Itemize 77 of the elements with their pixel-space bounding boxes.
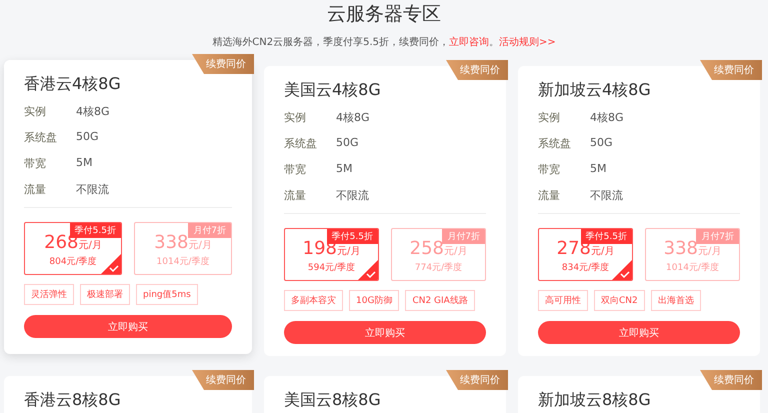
spec-value: 5M <box>336 162 354 177</box>
quarter-total: 804元/季度 <box>49 256 97 268</box>
price-option[interactable]: 月付7折 338元/月 1014元/季度 <box>134 222 232 275</box>
spec-value: 4核8G <box>590 110 625 125</box>
spec-label: 带宽 <box>284 162 307 177</box>
spec-label: 实例 <box>538 110 561 125</box>
spec-value: 5M <box>590 162 608 177</box>
feature-tag: 10G防御 <box>349 290 400 311</box>
spec-value: 不限流 <box>590 188 624 203</box>
spec-value: 4核8G <box>336 110 371 125</box>
feature-tag: 出海首选 <box>650 290 701 311</box>
discount-tag: 月付7折 <box>696 229 739 244</box>
product-title: 香港云4核8G <box>24 74 122 94</box>
feature-tag: CN2 GIA线路 <box>405 290 475 311</box>
price: 338 <box>154 232 188 253</box>
quarter-total: 1014元/季度 <box>156 256 210 268</box>
buy-button[interactable]: 立即购买 <box>284 321 486 344</box>
product-title: 美国云8核8G <box>284 390 382 410</box>
rules-link[interactable]: 活动规则>> <box>498 37 556 48</box>
price-unit: 元/月 <box>336 246 360 257</box>
feature-tag: 高可用性 <box>538 290 588 311</box>
buy-button[interactable]: 立即购买 <box>24 315 232 338</box>
consult-link[interactable]: 立即咨询 <box>448 37 489 48</box>
price: 338 <box>664 238 698 259</box>
feature-tag: 灵活弹性 <box>24 284 74 305</box>
quarter-total: 594元/季度 <box>308 262 356 274</box>
product-title: 新加坡云4核8G <box>538 80 652 100</box>
quarter-total: 1014元/季度 <box>666 262 719 274</box>
spec-label: 实例 <box>284 110 307 125</box>
spec-value: 50G <box>336 136 360 151</box>
check-icon <box>612 260 632 280</box>
discount-tag: 季付5.5折 <box>580 229 632 244</box>
renewal-badge: 续费同价 <box>700 370 762 390</box>
price-unit: 元/月 <box>590 246 614 257</box>
discount-tag: 月付7折 <box>442 229 485 244</box>
spec-label: 流量 <box>538 188 561 203</box>
spec-label: 系统盘 <box>284 136 318 151</box>
renewal-badge: 续费同价 <box>192 54 254 74</box>
discount-tag: 季付5.5折 <box>70 223 121 238</box>
spec-label: 实例 <box>24 104 47 119</box>
product-title: 香港云8核8G <box>24 390 122 410</box>
spec-label: 系统盘 <box>538 136 572 151</box>
spec-value: 4核8G <box>76 104 111 119</box>
spec-value: 50G <box>76 130 100 145</box>
spec-label: 带宽 <box>24 156 47 171</box>
check-icon <box>101 254 121 274</box>
price-unit: 元/月 <box>698 246 722 257</box>
page-title: 云服务器专区 <box>326 2 442 26</box>
quarter-total: 834元/季度 <box>562 262 610 274</box>
price: 258 <box>410 238 444 259</box>
spec-label: 流量 <box>24 182 47 197</box>
feature-tag: 双向CN2 <box>594 290 645 311</box>
spec-value: 5M <box>76 156 94 171</box>
check-icon <box>358 260 378 280</box>
subtitle: 精选海外CN2云服务器，季度付享5.5折，续费同价，立即咨询。活动规则>> <box>211 36 557 50</box>
feature-tag: 多副本容灾 <box>284 290 343 311</box>
feature-tag: ping值5ms <box>136 284 198 305</box>
feature-tag: 极速部署 <box>80 284 130 305</box>
renewal-badge: 续费同价 <box>446 370 508 390</box>
spec-value: 不限流 <box>76 182 110 197</box>
spec-value: 50G <box>590 136 614 151</box>
product-title: 美国云4核8G <box>284 80 382 100</box>
discount-tag: 季付5.5折 <box>326 229 378 244</box>
renewal-badge: 续费同价 <box>446 60 508 80</box>
price-unit: 元/月 <box>444 246 468 257</box>
spec-label: 系统盘 <box>24 130 58 145</box>
price-unit: 元/月 <box>78 240 102 251</box>
spec-label: 带宽 <box>538 162 561 177</box>
quarter-total: 774元/季度 <box>414 262 462 274</box>
renewal-badge: 续费同价 <box>700 60 762 80</box>
spec-value: 不限流 <box>336 188 370 203</box>
spec-label: 流量 <box>284 188 307 203</box>
price-unit: 元/月 <box>188 240 212 251</box>
renewal-badge: 续费同价 <box>192 370 254 390</box>
product-title: 新加坡云8核8G <box>538 390 652 410</box>
buy-button[interactable]: 立即购买 <box>538 321 740 344</box>
discount-tag: 月付7折 <box>188 223 231 238</box>
